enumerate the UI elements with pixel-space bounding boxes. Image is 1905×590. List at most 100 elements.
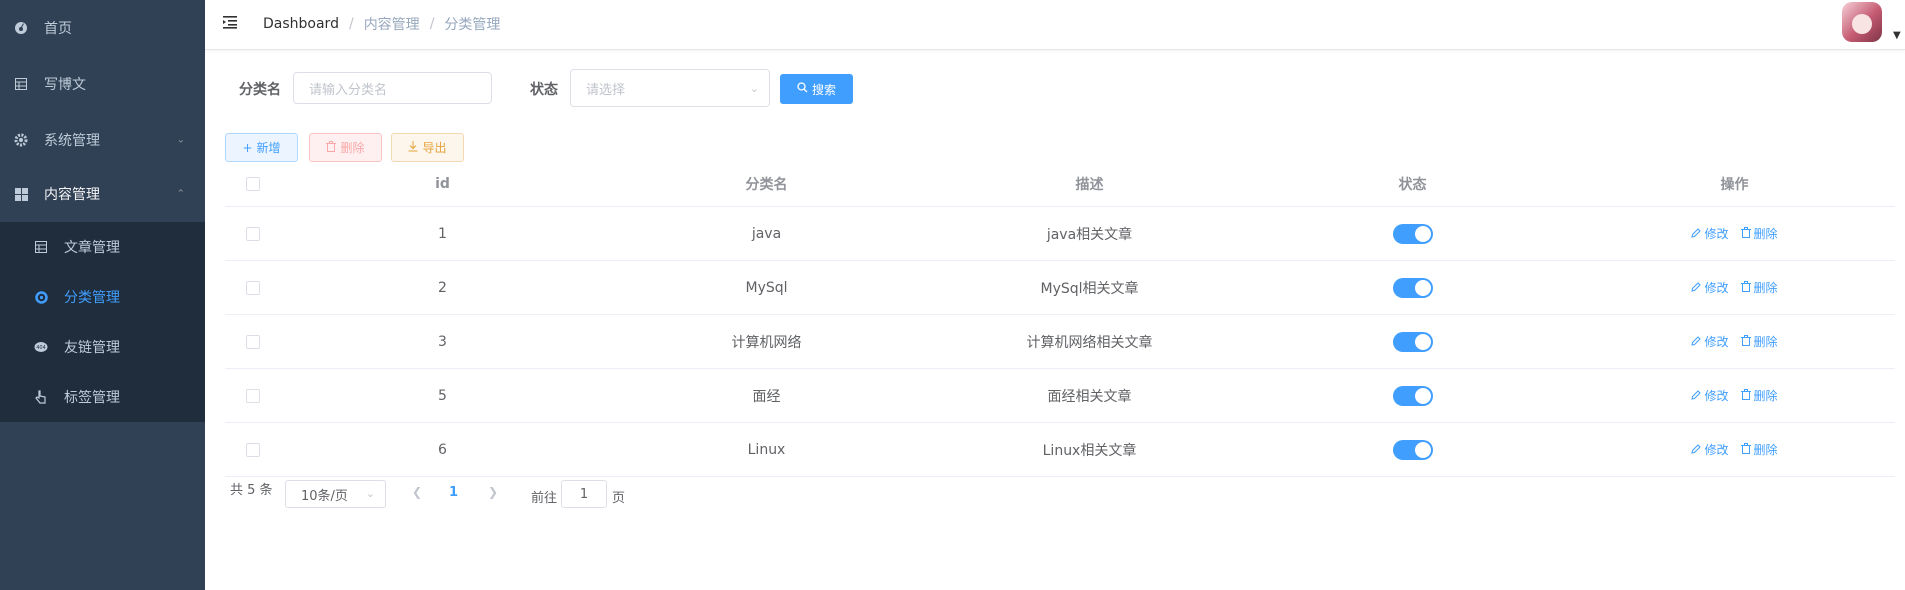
edit-button[interactable]: 修改 [1691, 441, 1729, 458]
sidebar-item-label: 友链管理 [64, 340, 120, 356]
row-checkbox[interactable] [245, 388, 260, 403]
trash-icon [1740, 280, 1751, 295]
sidebar-item-home[interactable]: 首页 [0, 0, 205, 56]
search-icon [797, 82, 808, 96]
avatar[interactable] [1842, 2, 1882, 42]
cell-name: java [751, 225, 782, 242]
delete-row-button[interactable]: 删除 [1740, 387, 1778, 404]
status-switch[interactable] [1392, 439, 1433, 460]
plus-icon: + [242, 140, 253, 155]
breadcrumb-separator: / [429, 16, 435, 32]
delete-row-button[interactable]: 删除 [1740, 333, 1778, 350]
sidebar-item-categories[interactable]: 分类管理 [0, 272, 205, 322]
row-checkbox[interactable] [245, 280, 260, 295]
chevron-down-icon: ⌄ [749, 82, 759, 95]
edit-button[interactable]: 修改 [1691, 279, 1729, 296]
caret-down-icon[interactable]: ▼ [1893, 30, 1901, 41]
status-label: 状态 [530, 82, 558, 98]
delete-row-button[interactable]: 删除 [1740, 441, 1778, 458]
goto-page-input[interactable]: 1 [561, 480, 607, 508]
link-icon: 404 [34, 340, 48, 354]
edit-button[interactable]: 修改 [1691, 225, 1729, 242]
column-header-status[interactable]: 状态 [1251, 162, 1574, 206]
table-icon [34, 240, 48, 254]
trash-icon [1740, 334, 1751, 349]
table-row: 3 计算机网络 计算机网络相关文章 修改 删除 [225, 315, 1895, 369]
sidebar-item-label: 写博文 [44, 77, 86, 93]
column-header-description[interactable]: 描述 [928, 162, 1251, 206]
edit-icon [1691, 335, 1702, 349]
status-select-placeholder: 请选择 [586, 82, 626, 98]
sidebar-item-tags[interactable]: 标签管理 [0, 372, 205, 422]
sidebar-item-label: 文章管理 [64, 240, 120, 256]
page-size-select[interactable]: 10条/页 ⌄ [285, 480, 386, 508]
row-checkbox[interactable] [245, 226, 260, 241]
sidebar-item-label: 内容管理 [44, 187, 100, 203]
page-size-value: 10条/页 [301, 488, 348, 504]
sidebar-item-label: 系统管理 [44, 133, 100, 149]
column-header-id[interactable]: id [280, 162, 605, 206]
delete-button-label: 删除 [340, 141, 365, 155]
cell-id: 1 [438, 225, 447, 242]
page-number[interactable]: 1 [449, 485, 458, 500]
edit-label: 修改 [1704, 227, 1729, 241]
add-button-label: 新增 [256, 141, 281, 155]
delete-row-button[interactable]: 删除 [1740, 279, 1778, 296]
select-all-checkbox[interactable] [245, 177, 260, 191]
column-header-name[interactable]: 分类名 [605, 162, 928, 206]
sidebar-item-system[interactable]: 系统管理 ⌄ [0, 112, 205, 168]
cell-description: Linux相关文章 [1042, 442, 1137, 459]
edit-icon [1691, 389, 1702, 403]
pointer-icon [34, 390, 48, 404]
chevron-up-icon: ⌃ [176, 188, 185, 200]
sidebar-item-write-blog[interactable]: 写博文 [0, 56, 205, 112]
trash-icon [326, 140, 337, 155]
status-switch[interactable] [1392, 277, 1433, 298]
goto-label: 前往 [531, 491, 558, 506]
status-select[interactable]: 请选择 ⌄ [570, 69, 770, 107]
chevron-down-icon: ⌄ [176, 134, 185, 146]
sidebar-item-links[interactable]: 404 友链管理 [0, 322, 205, 372]
cell-name: 计算机网络 [731, 334, 802, 351]
edit-label: 修改 [1704, 335, 1729, 349]
breadcrumb-dashboard[interactable]: Dashboard [263, 16, 339, 32]
category-name-label: 分类名 [239, 82, 281, 98]
next-page-button[interactable]: ❯ [488, 485, 498, 499]
status-switch[interactable] [1392, 223, 1433, 244]
prev-page-button[interactable]: ❮ [412, 485, 422, 499]
export-button[interactable]: 导出 [391, 133, 464, 162]
add-button[interactable]: + 新增 [225, 133, 298, 162]
edit-button[interactable]: 修改 [1691, 333, 1729, 350]
sidebar-item-content[interactable]: 内容管理 ⌃ [0, 166, 205, 222]
trash-icon [1740, 388, 1751, 403]
download-icon [408, 140, 418, 155]
search-button-label: 搜索 [811, 82, 836, 97]
category-name-input[interactable]: 请输入分类名 [293, 72, 492, 104]
search-button[interactable]: 搜索 [780, 74, 853, 104]
navbar: Dashboard / 内容管理 / 分类管理 ▼ [205, 0, 1905, 50]
cell-name: Linux [747, 441, 786, 458]
hamburger-icon[interactable] [222, 14, 238, 30]
status-switch[interactable] [1392, 331, 1433, 352]
delete-row-button[interactable]: 删除 [1740, 225, 1778, 242]
breadcrumb: Dashboard / 内容管理 / 分类管理 [263, 14, 500, 34]
column-header-actions: 操作 [1720, 177, 1749, 193]
export-button-label: 导出 [422, 141, 447, 155]
sidebar-item-articles[interactable]: 文章管理 [0, 222, 205, 272]
delete-label: 删除 [1753, 281, 1778, 295]
row-checkbox[interactable] [245, 334, 260, 349]
pagination-total: 共 5 条 [230, 483, 273, 498]
breadcrumb-categories: 分类管理 [444, 17, 501, 33]
page-suffix-label: 页 [612, 491, 626, 506]
table-row: 5 面经 面经相关文章 修改 删除 [225, 369, 1895, 423]
edit-button[interactable]: 修改 [1691, 387, 1729, 404]
grid-icon [14, 187, 28, 201]
chevron-down-icon: ⌄ [365, 487, 375, 500]
delete-label: 删除 [1753, 389, 1778, 403]
edit-icon [1691, 281, 1702, 295]
delete-button[interactable]: 删除 [309, 133, 382, 162]
dashboard-icon [14, 21, 28, 35]
row-checkbox[interactable] [245, 442, 260, 457]
cell-description: 面经相关文章 [1047, 388, 1132, 405]
status-switch[interactable] [1392, 385, 1433, 406]
